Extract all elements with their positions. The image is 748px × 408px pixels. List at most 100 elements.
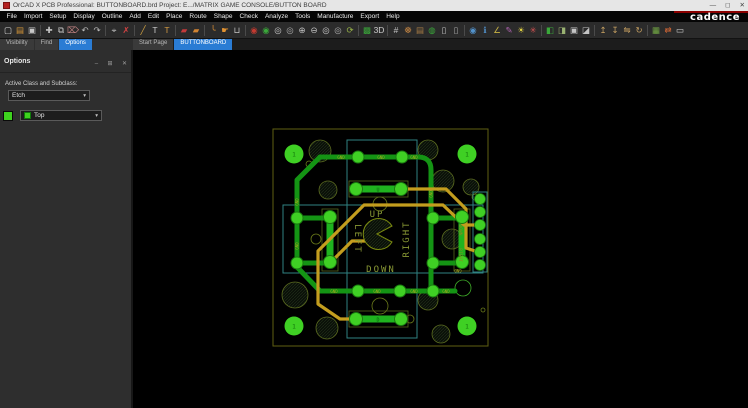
menu-item[interactable]: Add — [126, 13, 145, 20]
panel-tab[interactable]: Options — [59, 39, 92, 50]
redo-icon[interactable]: ↷ — [91, 23, 103, 37]
u-button-label: U — [376, 188, 379, 194]
svg-text:GND: GND — [295, 242, 300, 250]
zoom-previous-icon[interactable]: ◎ — [332, 23, 344, 37]
menu-item[interactable]: Help — [383, 13, 403, 20]
menu-item[interactable]: Tools — [292, 13, 314, 20]
redraw-icon[interactable]: ⟳ — [344, 23, 356, 37]
menu-item[interactable]: Shape — [210, 13, 236, 20]
zoom-box-icon[interactable]: ◎ — [284, 23, 296, 37]
maximize-button[interactable]: ◻ — [725, 0, 730, 11]
add-line-icon[interactable]: ╱ — [137, 23, 149, 37]
brush-icon[interactable]: ✎ — [503, 23, 515, 37]
rats-all-icon[interactable]: ◉ — [260, 23, 272, 37]
report-icon[interactable]: ▯ — [438, 23, 450, 37]
svg-text:GND: GND — [442, 289, 450, 294]
cadence-logo: cadence — [674, 11, 748, 22]
grid-icon[interactable]: # — [390, 23, 402, 37]
shape-select-icon[interactable]: ▣ — [568, 23, 580, 37]
menu-item[interactable]: Outline — [98, 13, 126, 20]
color-192-icon[interactable]: ☸ — [402, 23, 414, 37]
panel-close-icon[interactable]: ✕ — [122, 61, 127, 67]
menu-item[interactable]: Manufacture — [314, 13, 357, 20]
mirrored-down-label: DOWN — [457, 225, 463, 236]
menu-items: FileImportSetupDisplayOutlineAddEditPlac… — [0, 11, 674, 22]
close-button[interactable]: ✕ — [740, 0, 745, 11]
unhighlight-icon[interactable]: ✳ — [527, 23, 539, 37]
svg-text:GND: GND — [377, 155, 385, 160]
open-folder-icon[interactable]: ▤ — [14, 23, 26, 37]
copy-cmd-icon[interactable]: ↧ — [609, 23, 621, 37]
world-icon[interactable]: ◍ — [426, 23, 438, 37]
spin-cmd-icon[interactable]: ↻ — [633, 23, 645, 37]
zoom-out-icon[interactable]: ⊖ — [308, 23, 320, 37]
class-dropdown[interactable]: Etch ▾ — [8, 90, 90, 101]
status-report-icon[interactable]: ▦ — [650, 23, 662, 37]
unrats-all-icon[interactable]: ◉ — [248, 23, 260, 37]
zoom-points-icon[interactable]: ◎ — [272, 23, 284, 37]
color-dialog-icon[interactable]: ▰ — [178, 23, 190, 37]
add-connect-icon[interactable]: ╰ — [207, 23, 219, 37]
pin-icon[interactable]: ⌖ — [108, 23, 120, 37]
post-note-icon[interactable]: ▭ — [674, 23, 686, 37]
mirror-cmd-icon[interactable]: ⇋ — [621, 23, 633, 37]
move-cmd-icon[interactable]: ↥ — [597, 23, 609, 37]
report-alt-icon[interactable]: ▯ — [450, 23, 462, 37]
slide-icon[interactable]: ☛ — [219, 23, 231, 37]
menu-bar: FileImportSetupDisplayOutlineAddEditPlac… — [0, 11, 748, 22]
custom-smooth-icon[interactable]: ⊔ — [231, 23, 243, 37]
toolbar-separator — [594, 25, 595, 36]
main-area: Options – ⊞ ✕ Active Class and Subclass:… — [0, 50, 748, 408]
panel-minimize-icon[interactable]: – — [95, 61, 98, 67]
panel-tab[interactable]: Visibility — [0, 39, 34, 50]
highlight-icon[interactable]: ☀ — [515, 23, 527, 37]
copy-icon[interactable]: ⧉ — [55, 23, 67, 37]
button-ref-letters: U D — [376, 188, 379, 324]
unpin-icon[interactable]: ✗ — [120, 23, 132, 37]
delete-icon[interactable]: ⌦ — [67, 23, 79, 37]
menu-item[interactable]: Edit — [144, 13, 162, 20]
new-file-icon[interactable]: ▢ — [2, 23, 14, 37]
menu-item[interactable]: Import — [20, 13, 45, 20]
zoom-in-icon[interactable]: ⊕ — [296, 23, 308, 37]
d-button-label: D — [376, 318, 379, 324]
window-title: OrCAD X PCB Professional: BUTTONBOARD.br… — [13, 2, 698, 9]
subclass-row: Top ▾ — [0, 110, 131, 121]
menu-item[interactable]: Setup — [46, 13, 70, 20]
add-text-icon[interactable]: T — [149, 23, 161, 37]
shape-invert-icon[interactable]: ◪ — [580, 23, 592, 37]
panel-dock-icon[interactable]: ⊞ — [107, 61, 112, 67]
pcb-canvas[interactable]: 1 1 1 1 UP DOWN LEFT RIGHT U D — [133, 50, 748, 408]
down-label: DOWN — [366, 265, 396, 275]
minimize-button[interactable]: — — [710, 0, 717, 11]
menu-item[interactable]: Export — [357, 13, 383, 20]
panel-tab[interactable]: Find — [35, 39, 59, 50]
move-icon[interactable]: ✚ — [43, 23, 55, 37]
shape-edit-icon[interactable]: ◨ — [556, 23, 568, 37]
subclass-dropdown[interactable]: Top ▾ — [20, 110, 102, 121]
fit-canvas-icon[interactable]: ▩ — [361, 23, 373, 37]
menu-item[interactable]: Route — [186, 13, 210, 20]
add-text-frame-icon[interactable]: T — [161, 23, 173, 37]
menu-item[interactable]: Place — [163, 13, 186, 20]
save-icon[interactable]: ▣ — [26, 23, 38, 37]
menu-item[interactable]: File — [3, 13, 20, 20]
document-tab[interactable]: Start Page — [133, 39, 173, 50]
toolbar-separator — [358, 25, 359, 36]
info-drop-icon[interactable]: ℹ — [479, 23, 491, 37]
shape-swatch-icon[interactable]: ▰ — [190, 23, 202, 37]
document-tab[interactable]: BUTTONBOARD — [174, 39, 232, 50]
menu-item[interactable]: Check — [236, 13, 261, 20]
menu-item[interactable]: Analyze — [261, 13, 291, 20]
visibility-eye-icon[interactable]: ◉ — [467, 23, 479, 37]
view-3d-icon[interactable]: 3D — [373, 23, 385, 37]
menu-item[interactable]: Display — [70, 13, 98, 20]
shape-add-icon[interactable]: ◧ — [544, 23, 556, 37]
io-arrows-icon[interactable]: ⇄ — [662, 23, 674, 37]
up-label: UP — [370, 210, 385, 220]
measure-icon[interactable]: ∠ — [491, 23, 503, 37]
undo-icon[interactable]: ↶ — [79, 23, 91, 37]
zoom-fit-icon[interactable]: ◎ — [320, 23, 332, 37]
layer-stack-icon[interactable]: ▤ — [414, 23, 426, 37]
toolbar-separator — [245, 25, 246, 36]
